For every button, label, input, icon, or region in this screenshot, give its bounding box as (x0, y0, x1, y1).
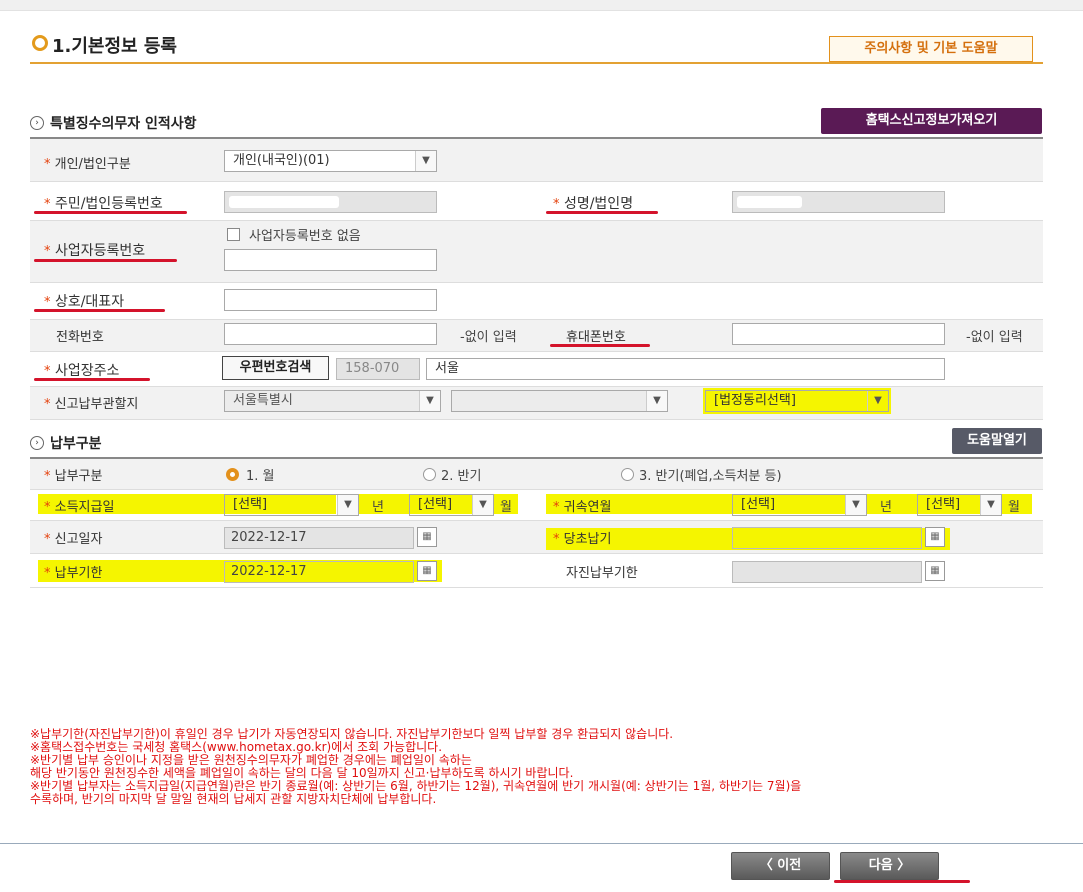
initial-due-input[interactable] (732, 527, 922, 549)
company-input[interactable] (224, 289, 437, 311)
label-phone: 전화번호 (56, 330, 104, 345)
phone-hint: -없이 입력 (460, 330, 517, 345)
row-type (30, 139, 1043, 182)
label-address: * 사업장주소 (44, 363, 120, 379)
radio-half-closure[interactable] (621, 468, 634, 481)
city-select[interactable]: 서울특별시 ▼ (224, 390, 441, 412)
help-open-button[interactable]: 도움말열기 (952, 428, 1042, 454)
next-button[interactable]: 다음 〉 (840, 852, 939, 880)
label-company: * 상호/대표자 (44, 294, 125, 310)
phone-input[interactable] (224, 323, 437, 345)
annotation-underline (34, 259, 177, 262)
top-bar (0, 0, 1083, 11)
zip-search-button[interactable]: 우편번호검색 (222, 356, 329, 380)
chevron-down-icon: ▼ (980, 495, 1001, 515)
attrib-year-select[interactable]: [선택] ▼ (732, 494, 867, 516)
year-unit: 년 (372, 500, 384, 515)
bizno-input[interactable] (224, 249, 437, 271)
income-year-select[interactable]: [선택] ▼ (224, 494, 359, 516)
chevron-down-icon: ▼ (472, 495, 493, 515)
dong-select[interactable]: [법정동리선택] ▼ (705, 390, 889, 412)
attrib-month-select[interactable]: [선택] ▼ (917, 494, 1002, 516)
help-button[interactable]: 주의사항 및 기본 도움말 (829, 36, 1033, 62)
income-month-select[interactable]: [선택] ▼ (409, 494, 494, 516)
section-title-payment: 납부구분 (50, 436, 102, 452)
calendar-icon[interactable]: ▦ (417, 561, 437, 581)
address-input[interactable]: 서울 (426, 358, 945, 380)
row-payment-type (30, 459, 1043, 490)
section-chevron-icon: › (30, 116, 44, 130)
label-type: * 개인/법인구분 (44, 157, 131, 172)
label-regno: * 주민/법인등록번호 (44, 196, 163, 212)
label-mobile: 휴대폰번호 (566, 330, 626, 345)
annotation-underline (546, 211, 658, 214)
report-date-input[interactable]: 2022-12-17 (224, 527, 414, 549)
zip-input[interactable]: 158-070 (336, 358, 420, 380)
label-tax-office: * 신고납부관할지 (44, 397, 139, 412)
annotation-underline (34, 211, 187, 214)
radio-half-label: 2. 반기 (441, 469, 482, 484)
page-title: 1.기본정보 등록 (52, 36, 177, 57)
mobile-input[interactable] (732, 323, 945, 345)
label-payment-type: * 납부구분 (44, 469, 103, 484)
notes: ※납부기한(자진납부기한)이 휴일인 경우 납기가 자동연장되지 않습니다. 자… (30, 728, 801, 806)
self-due-input[interactable] (732, 561, 922, 583)
district-select[interactable]: ▼ (451, 390, 668, 412)
chevron-down-icon: ▼ (415, 151, 436, 171)
redacted-value (737, 196, 802, 208)
title-divider (30, 62, 1043, 64)
label-report-date: * 신고일자 (44, 532, 103, 547)
note-line: 수록하며, 반기의 마지막 달 말일 현재의 납세지 관할 지방자치단체에 납부… (30, 792, 437, 806)
due-date-input[interactable]: 2022-12-17 (224, 561, 414, 583)
no-bizno-checkbox[interactable] (227, 228, 240, 241)
label-initial-due: * 당초납기 (553, 532, 612, 547)
label-self-due: 자진납부기한 (566, 566, 638, 581)
footer-divider (0, 843, 1083, 844)
radio-monthly-label: 1. 월 (246, 469, 275, 484)
mobile-hint: -없이 입력 (966, 330, 1023, 345)
label-attrib: * 귀속연월 (553, 500, 612, 515)
chevron-down-icon: ▼ (845, 495, 866, 515)
annotation-underline (34, 309, 165, 312)
prev-button[interactable]: 〈 이전 (731, 852, 830, 880)
chevron-down-icon: ▼ (337, 495, 358, 515)
label-income-date: * 소득지급일 (44, 500, 115, 515)
label-name: * 성명/법인명 (553, 196, 634, 212)
calendar-icon[interactable]: ▦ (925, 561, 945, 581)
annotation-underline (834, 880, 970, 883)
section-title-personal: 특별징수의무자 인적사항 (50, 116, 197, 132)
annotation-underline (550, 344, 650, 347)
no-bizno-label: 사업자등록번호 없음 (249, 229, 361, 244)
calendar-icon[interactable]: ▦ (925, 527, 945, 547)
annotation-underline (34, 378, 150, 381)
label-due-date: * 납부기한 (44, 566, 103, 581)
radio-half-closure-label: 3. 반기(폐업,소득처분 등) (639, 469, 782, 484)
import-hometax-button[interactable]: 홈택스신고정보가져오기 (821, 108, 1042, 134)
chevron-down-icon: ▼ (646, 391, 667, 411)
row-company (30, 283, 1043, 320)
year-unit: 년 (880, 500, 892, 515)
radio-half[interactable] (423, 468, 436, 481)
row-bizno (30, 221, 1043, 283)
title-bullet-icon (32, 35, 48, 51)
section-chevron-icon: › (30, 436, 44, 450)
chevron-down-icon: ▼ (867, 391, 888, 411)
radio-monthly[interactable] (226, 468, 239, 481)
redacted-value (229, 196, 339, 208)
chevron-down-icon: ▼ (419, 391, 440, 411)
calendar-icon[interactable]: ▦ (417, 527, 437, 547)
month-unit: 월 (500, 500, 512, 515)
label-bizno: * 사업자등록번호 (44, 243, 146, 259)
month-unit: 월 (1008, 500, 1020, 515)
type-select[interactable]: 개인(내국인)(01) ▼ (224, 150, 437, 172)
